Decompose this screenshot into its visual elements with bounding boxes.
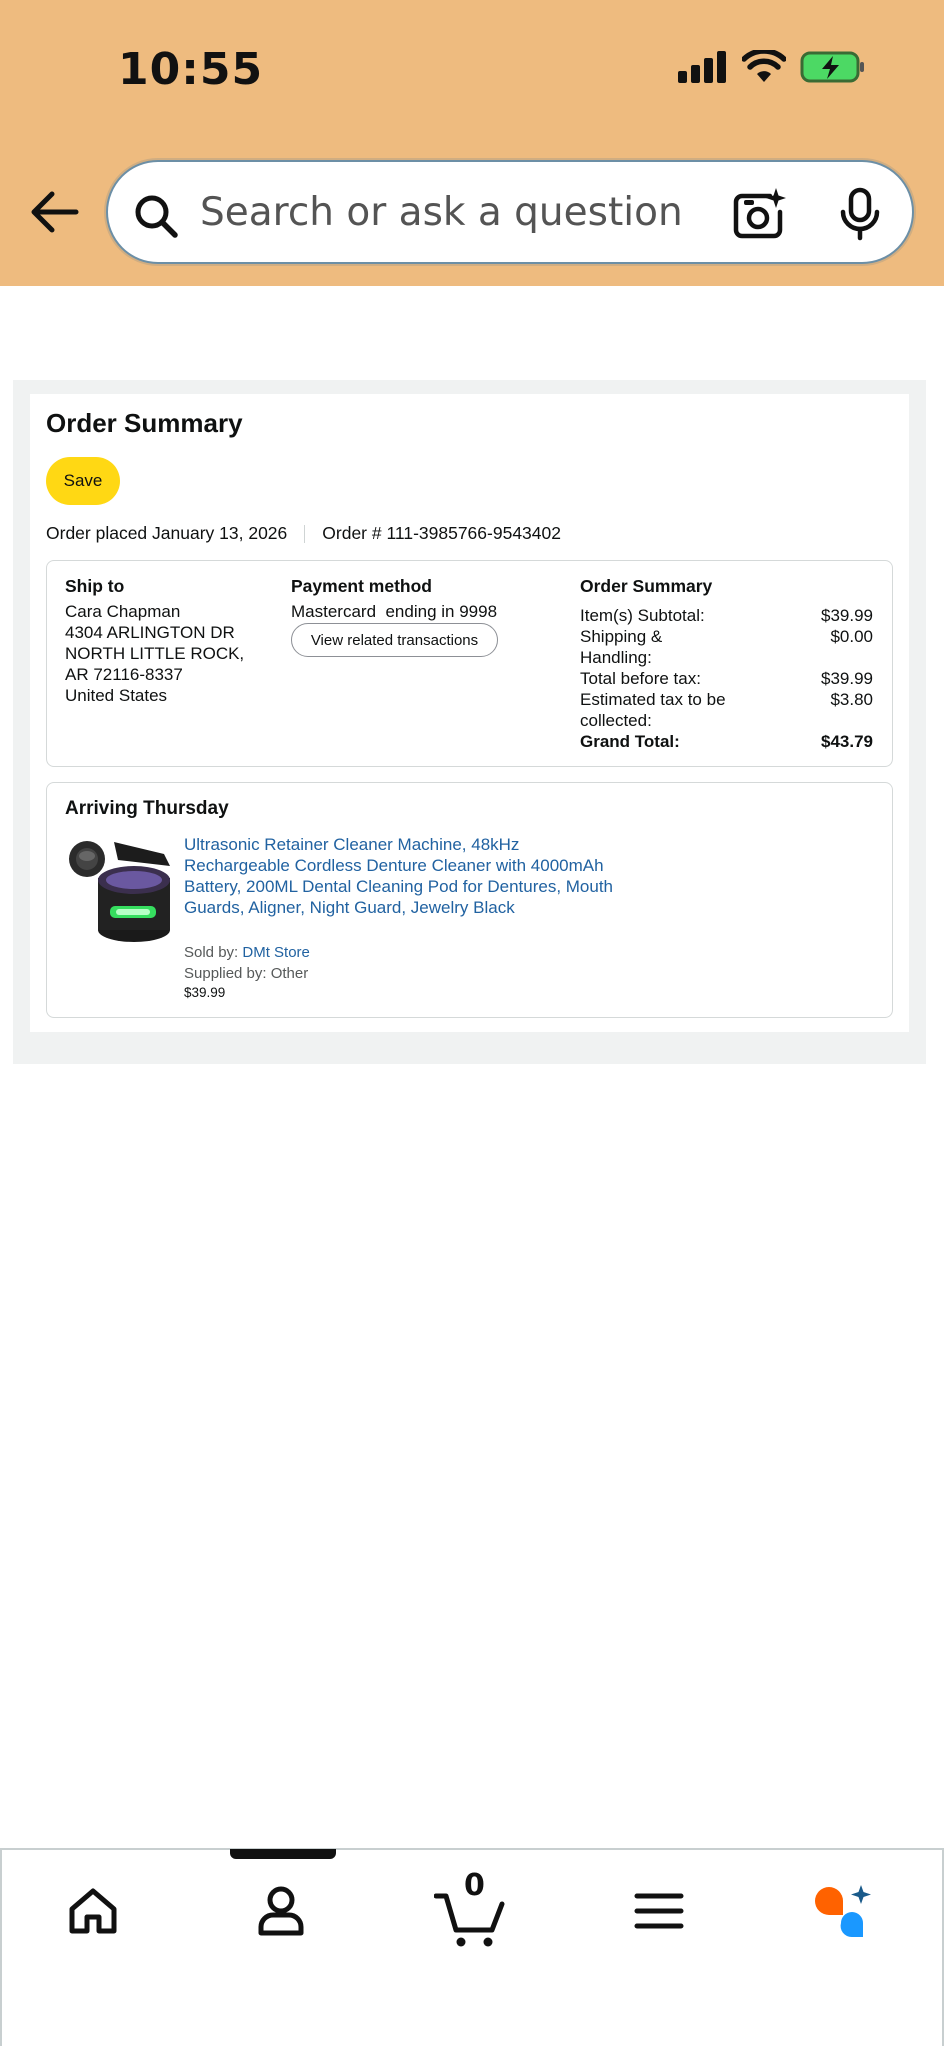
signal-icon (678, 51, 726, 83)
search-input[interactable]: Search or ask a question (200, 190, 683, 235)
seller-link[interactable]: DMt Store (242, 944, 310, 961)
grand-total-value: $43.79 (821, 732, 873, 751)
summary-label: Item(s) Subtotal: (580, 606, 705, 625)
summary-row: Total before tax: $39.99 (580, 668, 873, 689)
summary-row: Shipping & Handling: $0.00 (580, 626, 873, 668)
battery-charging-icon (800, 51, 864, 83)
product-title-link[interactable]: Ultrasonic Retainer Cleaner Machine, 48k… (184, 834, 614, 918)
ship-to-address: Cara Chapman 4304 ARLINGTON DR NORTH LIT… (65, 601, 244, 706)
grand-total-row: Grand Total: $43.79 (580, 731, 873, 752)
wifi-icon (742, 50, 786, 82)
sold-by-line: Sold by: DMt Store (184, 942, 310, 963)
view-transactions-button[interactable]: View related transactions (291, 623, 498, 657)
nav-cart[interactable]: 0 (434, 1868, 508, 1948)
menu-icon (634, 1893, 684, 1929)
order-placed-date: Order placed January 13, 2026 (46, 523, 288, 543)
camera-search-icon[interactable] (730, 186, 786, 242)
sold-by-label: Sold by: (184, 944, 243, 961)
address-line: Cara Chapman (65, 602, 181, 621)
summary-value: $3.80 (830, 690, 873, 709)
nav-account[interactable] (246, 1876, 316, 1946)
order-summary-table: Item(s) Subtotal: $39.99 Shipping & Hand… (580, 605, 873, 752)
product-meta: Sold by: DMt Store Supplied by: Other (184, 942, 310, 984)
payment-card: Mastercard ending in 9998 (291, 602, 498, 621)
status-time: 10:55 (118, 44, 264, 95)
status-icons (678, 50, 866, 84)
summary-value: $39.99 (821, 606, 873, 625)
rufus-icon (815, 1885, 871, 1938)
nav-home[interactable] (58, 1876, 128, 1946)
home-icon (69, 1888, 117, 1934)
grand-total-label: Grand Total: (580, 732, 680, 751)
page-title: Order Summary (46, 408, 243, 438)
address-line: United States (65, 686, 168, 705)
microphone-icon[interactable] (836, 186, 884, 242)
product-price: $39.99 (184, 985, 226, 1000)
summary-row: Item(s) Subtotal: $39.99 (580, 605, 873, 626)
summary-row: Estimated tax to be collected: $3.80 (580, 689, 873, 731)
arrival-heading: Arriving Thursday (65, 798, 229, 819)
ship-to-heading: Ship to (65, 576, 125, 596)
active-tab-indicator (230, 1849, 336, 1859)
order-meta: Order placed January 13, 2026 Order # 11… (46, 523, 561, 544)
account-icon (258, 1886, 304, 1936)
top-header: 10:55 Search or ask a question (0, 0, 944, 286)
summary-value: $39.99 (821, 669, 873, 688)
product-image[interactable] (66, 836, 174, 946)
search-icon (135, 195, 178, 238)
summary-value: $0.00 (830, 627, 873, 646)
meta-divider (304, 524, 306, 543)
order-number: Order # 111-3985766-9543402 (322, 523, 561, 543)
summary-label: Estimated tax to be collected: (580, 690, 726, 730)
save-button[interactable]: Save (46, 457, 120, 505)
address-line: AR 72116-8337 (65, 665, 183, 684)
nav-rufus[interactable] (808, 1876, 878, 1946)
payment-heading: Payment method (291, 576, 432, 596)
supplied-by: Supplied by: Other (184, 965, 309, 982)
search-bar[interactable]: Search or ask a question (106, 160, 914, 264)
summary-heading: Order Summary (580, 576, 713, 596)
nav-menu[interactable] (624, 1876, 694, 1946)
summary-label: Shipping & Handling: (580, 627, 663, 667)
address-line: 4304 ARLINGTON DR (65, 623, 235, 642)
summary-label: Total before tax: (580, 669, 701, 688)
cart-icon (434, 1893, 505, 1947)
address-line: NORTH LITTLE ROCK, (65, 644, 245, 663)
back-arrow-icon[interactable] (26, 186, 82, 238)
